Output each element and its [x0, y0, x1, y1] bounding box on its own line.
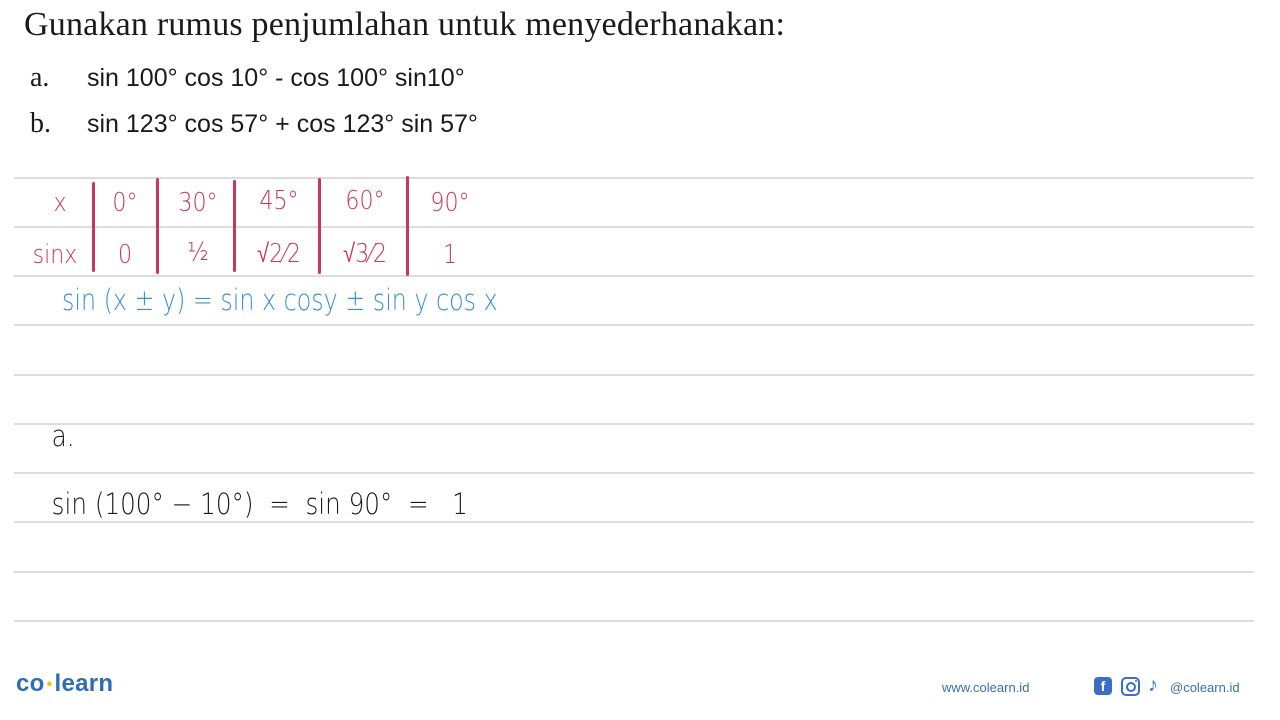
- ruled-line: [14, 521, 1254, 523]
- table-value: √2⁄2: [257, 239, 301, 269]
- question-a: a. sin 100° cos 10° - cos 100° sin10°: [30, 62, 465, 102]
- table-angle: 60°: [345, 186, 385, 216]
- social-handle[interactable]: @colearn.id: [1170, 680, 1240, 695]
- question-b: b. sin 123° cos 57° + cos 123° sin 57°: [30, 108, 478, 148]
- instagram-icon[interactable]: [1121, 677, 1140, 696]
- logo-text-left: co: [16, 670, 45, 697]
- table-angle: 90°: [430, 188, 470, 218]
- logo-dot: •: [46, 675, 53, 693]
- website-link[interactable]: www.colearn.id: [942, 680, 1029, 695]
- table-value: ½: [187, 238, 209, 268]
- ruled-line: [14, 620, 1254, 622]
- table-row-label: sinx: [32, 240, 78, 270]
- table-value: 0: [117, 240, 133, 270]
- table-divider: [233, 180, 236, 272]
- solution-a-work: sin (100° − 10°) = sin 90° = 1: [51, 487, 468, 521]
- ruled-line: [14, 177, 1254, 179]
- table-value: √3⁄2: [343, 239, 387, 269]
- solution-a: a. sin (100° − 10°) = sin 90° = 1: [36, 385, 468, 521]
- ruled-line: [14, 226, 1254, 228]
- tiktok-icon[interactable]: ♪: [1148, 674, 1158, 697]
- colearn-logo: co •learn: [16, 670, 113, 698]
- table-angle: 0°: [112, 188, 138, 218]
- ruled-line: [14, 275, 1254, 277]
- table-divider: [318, 178, 321, 274]
- table-divider: [156, 178, 159, 274]
- problem-title: Gunakan rumus penjumlahan untuk menyeder…: [24, 6, 786, 43]
- ruled-line: [14, 374, 1254, 376]
- table-divider: [406, 176, 409, 276]
- ruled-line: [14, 571, 1254, 573]
- question-a-expression: sin 100° cos 10° - cos 100° sin10°: [87, 64, 465, 92]
- question-a-label: a.: [30, 62, 50, 93]
- question-b-expression: sin 123° cos 57° + cos 123° sin 57°: [87, 110, 478, 138]
- question-b-label: b.: [30, 108, 51, 139]
- solution-a-label: a.: [51, 419, 75, 453]
- table-header-label: x: [53, 188, 67, 218]
- table-divider: [92, 182, 95, 272]
- logo-text-right: learn: [54, 670, 114, 697]
- table-angle: 45°: [259, 186, 299, 216]
- ruled-line: [14, 324, 1254, 326]
- facebook-icon[interactable]: f: [1094, 677, 1112, 695]
- table-value: 1: [442, 240, 458, 270]
- table-angle: 30°: [178, 188, 218, 218]
- sum-formula: sin (x ± y) = sin x cosy ± sin y cos x: [62, 283, 498, 317]
